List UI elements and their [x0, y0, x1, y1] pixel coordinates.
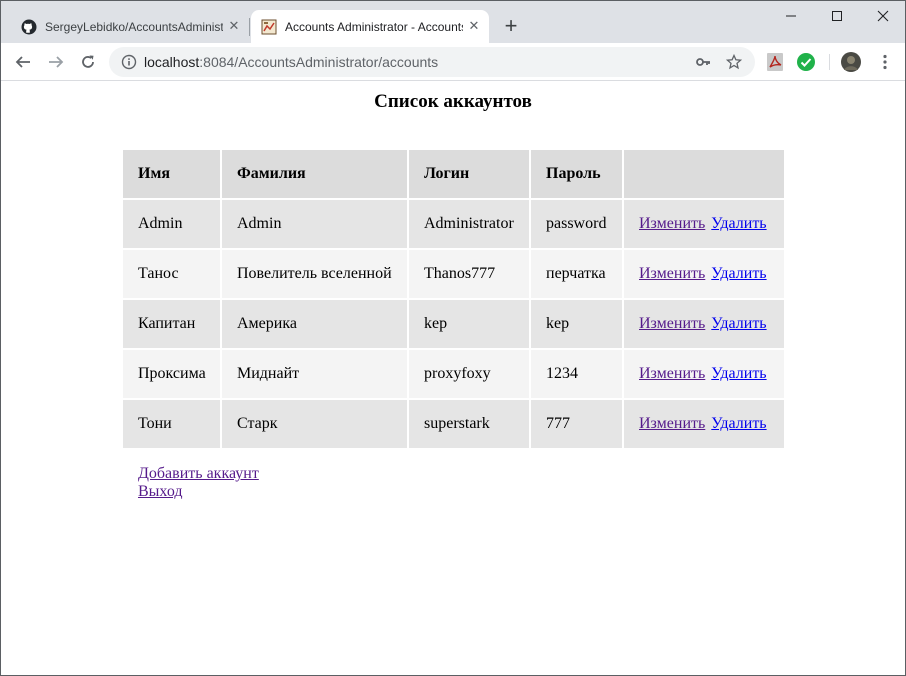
- github-icon: [21, 19, 37, 34]
- tab-strip: SergeyLebidko/AccountsAdministrator ✕ Ac…: [1, 1, 905, 43]
- cell-login: superstark: [409, 400, 529, 448]
- cell-password: перчатка: [531, 250, 622, 298]
- cell-actions: Изменить Удалить: [624, 400, 784, 448]
- close-icon[interactable]: ✕: [467, 19, 481, 33]
- toolbar-divider: [829, 54, 830, 70]
- add-account-link[interactable]: Добавить аккаунт: [138, 465, 259, 483]
- cell-actions: Изменить Удалить: [624, 250, 784, 298]
- cell-last-name: Старк: [222, 400, 407, 448]
- forward-arrow-icon[interactable]: [45, 51, 67, 73]
- table-row: Admin Admin Administrator password Измен…: [123, 200, 784, 248]
- tab-title: SergeyLebidko/AccountsAdministrator: [45, 19, 223, 34]
- edit-link[interactable]: Изменить: [639, 315, 705, 332]
- cell-last-name: Миднайт: [222, 350, 407, 398]
- tab-separator: [249, 18, 250, 36]
- cell-password: 777: [531, 400, 622, 448]
- new-tab-plus-icon[interactable]: +: [499, 15, 523, 39]
- avatar[interactable]: [841, 52, 861, 72]
- column-header-last-name: Фамилия: [222, 150, 407, 198]
- cell-first-name: Танос: [123, 250, 220, 298]
- tab-title: Accounts Administrator - Accounts: [285, 19, 463, 34]
- delete-link[interactable]: Удалить: [711, 415, 766, 432]
- window-close-icon[interactable]: [860, 5, 906, 27]
- table-row: Тони Старк superstark 777 Изменить Удалит…: [123, 400, 784, 448]
- table-row: Проксима Миднайт proxyfoxy 1234 Изменить…: [123, 350, 784, 398]
- delete-link[interactable]: Удалить: [711, 265, 766, 282]
- cell-login: proxyfoxy: [409, 350, 529, 398]
- key-icon[interactable]: [694, 53, 712, 71]
- check-extension-icon[interactable]: [796, 52, 816, 72]
- close-icon[interactable]: ✕: [227, 19, 241, 33]
- minimize-icon[interactable]: [768, 5, 814, 27]
- page-links: Добавить аккаунт Выход: [138, 465, 259, 501]
- cell-login: Administrator: [409, 200, 529, 248]
- menu-dots-icon[interactable]: [874, 51, 896, 73]
- cell-last-name: Америка: [222, 300, 407, 348]
- logout-link[interactable]: Выход: [138, 483, 259, 501]
- page-icon: [261, 19, 277, 34]
- tab-github[interactable]: SergeyLebidko/AccountsAdministrator ✕: [11, 10, 249, 43]
- column-header-login: Логин: [409, 150, 529, 198]
- column-header-first-name: Имя: [123, 150, 220, 198]
- cell-first-name: Тони: [123, 400, 220, 448]
- edit-link[interactable]: Изменить: [639, 365, 705, 382]
- address-bar[interactable]: localhost:8084/AccountsAdministrator/acc…: [109, 47, 755, 77]
- cell-first-name: Проксима: [123, 350, 220, 398]
- edit-link[interactable]: Изменить: [639, 415, 705, 432]
- star-icon[interactable]: [725, 53, 743, 71]
- pdf-extension-icon[interactable]: [765, 52, 785, 72]
- tab-accounts[interactable]: Accounts Administrator - Accounts ✕: [251, 10, 489, 43]
- cell-actions: Изменить Удалить: [624, 200, 784, 248]
- cell-password: kep: [531, 300, 622, 348]
- cell-password: 1234: [531, 350, 622, 398]
- accounts-table: Имя Фамилия Логин Пароль Admin Admin Adm…: [121, 148, 786, 450]
- cell-login: Thanos777: [409, 250, 529, 298]
- edit-link[interactable]: Изменить: [639, 265, 705, 282]
- browser-toolbar: localhost:8084/AccountsAdministrator/acc…: [1, 43, 905, 81]
- page-title: Список аккаунтов: [374, 91, 532, 112]
- reload-icon[interactable]: [77, 51, 99, 73]
- delete-link[interactable]: Удалить: [711, 365, 766, 382]
- cell-actions: Изменить Удалить: [624, 300, 784, 348]
- table-row: Капитан Америка kep kep Изменить Удалить: [123, 300, 784, 348]
- cell-last-name: Admin: [222, 200, 407, 248]
- delete-link[interactable]: Удалить: [711, 215, 766, 232]
- table-row: Танос Повелитель вселенной Thanos777 пер…: [123, 250, 784, 298]
- cell-actions: Изменить Удалить: [624, 350, 784, 398]
- back-arrow-icon[interactable]: [12, 51, 34, 73]
- maximize-icon[interactable]: [814, 5, 860, 27]
- cell-last-name: Повелитель вселенной: [222, 250, 407, 298]
- cell-login: kep: [409, 300, 529, 348]
- url-host: localhost: [144, 54, 200, 70]
- url-path: :8084/AccountsAdministrator/accounts: [199, 54, 439, 70]
- cell-password: password: [531, 200, 622, 248]
- url-text: localhost:8084/AccountsAdministrator/acc…: [144, 54, 438, 70]
- edit-link[interactable]: Изменить: [639, 215, 705, 232]
- info-icon[interactable]: [121, 54, 137, 70]
- cell-first-name: Капитан: [123, 300, 220, 348]
- column-header-password: Пароль: [531, 150, 622, 198]
- delete-link[interactable]: Удалить: [711, 315, 766, 332]
- column-header-actions: [624, 150, 784, 198]
- table-header-row: Имя Фамилия Логин Пароль: [123, 150, 784, 198]
- cell-first-name: Admin: [123, 200, 220, 248]
- page-content: Список аккаунтов Имя Фамилия Логин Парол…: [1, 81, 905, 675]
